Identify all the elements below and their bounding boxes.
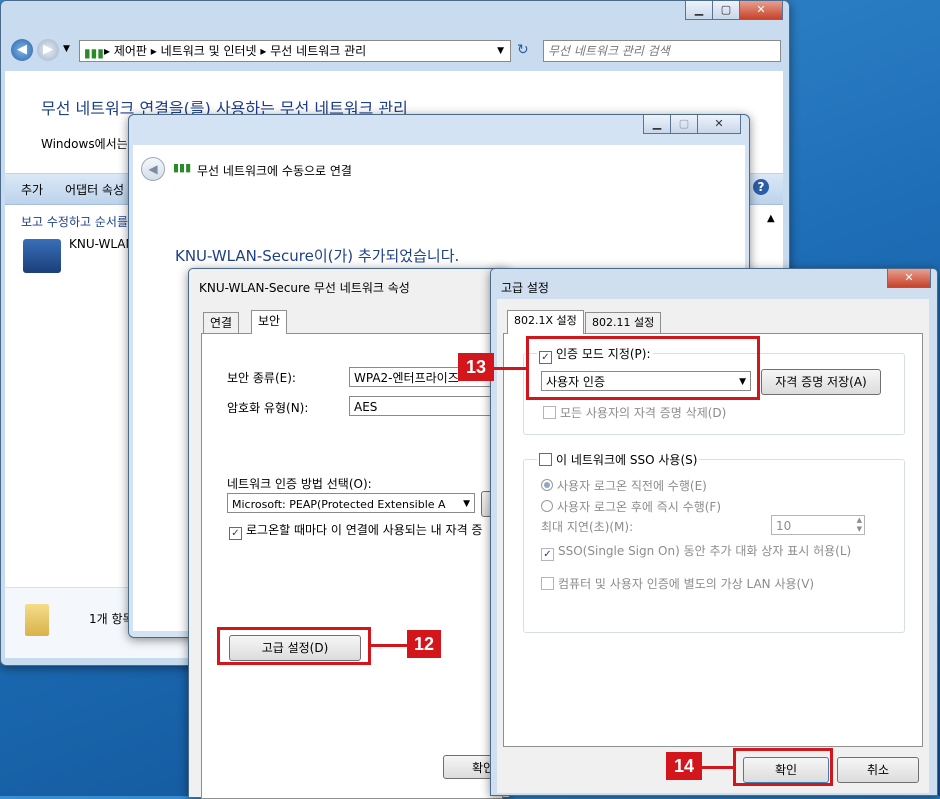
delete-credentials-label: 모든 사용자의 자격 증명 삭제(D) (560, 406, 727, 420)
refresh-icon[interactable]: ↻ (517, 42, 529, 58)
remember-credentials-option[interactable]: 로그온할 때마다 이 연결에 사용되는 내 자격 증 (229, 521, 505, 540)
advanced-close-button[interactable]: ✕ (887, 269, 931, 288)
sso-dialogs-label: SSO(Single Sign On) 동안 추가 대화 상자 표시 허용(L) (558, 544, 852, 558)
sso-before-label: 사용자 로그온 직전에 수행(E) (557, 479, 707, 493)
encryption-label: 암호화 유형(N): (227, 401, 309, 415)
auth-method-select[interactable]: Microsoft: PEAP(Protected Extensible A ▼ (227, 493, 475, 513)
folder-network-icon (25, 604, 49, 636)
callout-box-12 (217, 627, 371, 665)
encryption-select[interactable]: AES (349, 396, 499, 416)
forward-button[interactable]: ▶ (37, 39, 59, 61)
remember-checkbox[interactable] (229, 527, 242, 540)
delete-credentials-checkbox (543, 406, 556, 419)
minimize-button[interactable]: ▁ (685, 1, 713, 20)
save-credentials-button[interactable]: 자격 증명 저장(A) (761, 369, 881, 395)
wireless-network-icon (23, 239, 61, 273)
tab-8021x[interactable]: 802.1X 설정 (507, 310, 584, 334)
chevron-down-icon: ▼ (463, 499, 470, 509)
sso-before-option: 사용자 로그온 직전에 수행(E) (541, 477, 707, 494)
sso-dialogs-checkbox (541, 548, 554, 561)
search-placeholder: 무선 네트워크 관리 검색 (548, 44, 670, 58)
tab-80211[interactable]: 802.11 설정 (585, 312, 662, 333)
callout-line-14 (702, 766, 733, 769)
back-button[interactable]: ◀ (11, 39, 33, 61)
search-input[interactable]: 무선 네트워크 관리 검색 (543, 40, 781, 62)
encryption-value: AES (354, 400, 378, 414)
sso-label: 이 네트워크에 SSO 사용(S) (556, 453, 698, 467)
callout-box-13 (526, 336, 760, 400)
breadcrumb-item[interactable]: 무선 네트워크 관리 (270, 44, 366, 58)
history-dropdown-icon[interactable]: ▼ (63, 44, 70, 54)
network-properties-dialog: KNU-WLAN-Secure 무선 네트워크 속성 연결 보안 보안 종류(E… (188, 268, 513, 799)
max-delay-value: 10 (776, 519, 792, 533)
properties-title: KNU-WLAN-Secure 무선 네트워크 속성 (199, 281, 410, 295)
wizard-minimize-button[interactable]: ▁ (643, 115, 671, 134)
help-icon[interactable]: ? (753, 179, 769, 195)
wizard-back-button[interactable]: ◀ (141, 157, 165, 181)
wizard-maximize-button[interactable]: ▢ (670, 115, 698, 134)
status-count: 1개 항목 (89, 612, 134, 626)
auth-method-value: Microsoft: PEAP(Protected Extensible A (232, 498, 446, 511)
maximize-button[interactable]: ▢ (712, 1, 740, 20)
advanced-cancel-button[interactable]: 취소 (837, 757, 919, 783)
callout-badge-12: 12 (407, 630, 441, 658)
page-subtitle: Windows에서는 (41, 137, 128, 151)
callout-line-12 (371, 644, 407, 647)
sso-checkbox[interactable] (539, 453, 552, 466)
security-type-label: 보안 종류(E): (227, 371, 296, 385)
sso-option[interactable]: 이 네트워크에 SSO 사용(S) (537, 451, 700, 468)
wizard-signal-icon: ▮▮▮ (173, 161, 192, 174)
sso-after-radio (541, 500, 553, 512)
wizard-close-button[interactable]: ✕ (697, 115, 741, 134)
delete-credentials-option: 모든 사용자의 자격 증명 삭제(D) (543, 404, 726, 421)
wizard-headline: KNU-WLAN-Secure이(가) 추가되었습니다. (175, 247, 460, 265)
address-dropdown-icon[interactable]: ▼ (497, 41, 504, 61)
scroll-up-icon[interactable]: ▲ (767, 213, 775, 224)
list-caption: 보고 수정하고 순서를 (21, 215, 128, 229)
breadcrumb-sep: ▸ (104, 44, 114, 58)
tab-security[interactable]: 보안 (251, 310, 288, 334)
wizard-title: 무선 네트워크에 수동으로 연결 (197, 164, 352, 178)
adapter-properties-button[interactable]: 어댑터 속성 (65, 181, 124, 198)
callout-line-13 (494, 367, 526, 370)
address-bar[interactable]: ▮▮▮ ▸ 제어판 ▸ 네트워크 및 인터넷 ▸ 무선 네트워크 관리 ▼ (79, 40, 511, 62)
auth-method-label: 네트워크 인증 방법 선택(O): (227, 477, 372, 491)
tab-connection[interactable]: 연결 (203, 312, 240, 333)
breadcrumb-sep: ▸ (260, 44, 271, 58)
vlan-checkbox (541, 577, 554, 590)
sso-before-radio (541, 479, 553, 491)
vlan-option: 컴퓨터 및 사용자 인증에 별도의 가상 LAN 사용(V) (541, 575, 814, 592)
security-type-value: WPA2-엔터프라이즈 (354, 371, 459, 385)
breadcrumb-sep: ▸ (150, 44, 161, 58)
sso-dialogs-option: SSO(Single Sign On) 동안 추가 대화 상자 표시 허용(L) (541, 542, 851, 561)
remember-label: 로그온할 때마다 이 연결에 사용되는 내 자격 증 (246, 523, 483, 537)
network-bars-icon: ▮▮▮ (84, 46, 104, 60)
add-button[interactable]: 추가 (21, 181, 43, 198)
spinner-icon: ▲ ▼ (856, 516, 862, 533)
close-button[interactable]: ✕ (739, 1, 783, 20)
callout-box-14 (733, 748, 833, 786)
vlan-label: 컴퓨터 및 사용자 인증에 별도의 가상 LAN 사용(V) (558, 577, 815, 591)
breadcrumb-item[interactable]: 네트워크 및 인터넷 (161, 44, 257, 58)
network-item-label[interactable]: KNU-WLAN (69, 237, 134, 251)
sso-after-option: 사용자 로그온 후에 즉시 수행(F) (541, 498, 721, 515)
advanced-title: 고급 설정 (501, 281, 549, 295)
callout-badge-14: 14 (666, 752, 702, 780)
max-delay-label: 최대 지연(초)(M): (541, 520, 634, 534)
breadcrumb-item[interactable]: 제어판 (114, 44, 147, 58)
max-delay-input: 10 ▲ ▼ (771, 515, 865, 535)
callout-badge-13: 13 (458, 353, 494, 381)
sso-after-label: 사용자 로그온 후에 즉시 수행(F) (557, 500, 722, 514)
